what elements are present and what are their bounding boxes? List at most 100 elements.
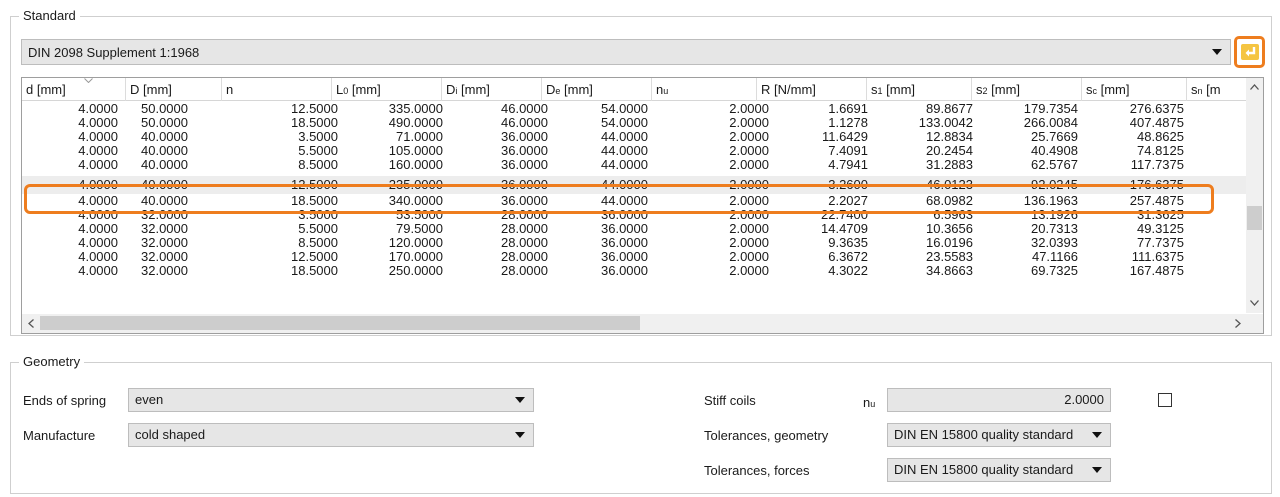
table-cell: 10.3656 bbox=[926, 221, 973, 236]
table-cell: 340.0000 bbox=[388, 193, 443, 208]
table-cell: 16.0196 bbox=[926, 235, 973, 250]
horizontal-scroll-thumb[interactable] bbox=[40, 316, 640, 330]
table-row[interactable]: 4.0000 32.0000 8.5000 120.0000 28.0000 36.000… bbox=[22, 236, 1247, 250]
table-cell: 1.1278 bbox=[828, 115, 868, 130]
column-header[interactable]: R [N/mm] bbox=[757, 78, 867, 101]
apply-standard-button[interactable] bbox=[1234, 36, 1265, 68]
chevron-down-icon bbox=[515, 397, 525, 403]
table-cell: 18.5000 bbox=[291, 263, 338, 278]
table-cell: 266.0084 bbox=[1023, 115, 1078, 130]
table-cell: 44.0000 bbox=[601, 177, 648, 192]
table-cell: 20.2454 bbox=[926, 143, 973, 158]
vertical-scroll-thumb[interactable] bbox=[1247, 206, 1262, 230]
standard-select[interactable]: DIN 2098 Supplement 1:1968 bbox=[21, 39, 1231, 65]
table-cell: 179.7354 bbox=[1023, 102, 1078, 116]
table-cell: 18.5000 bbox=[291, 115, 338, 130]
table-cell: 2.0000 bbox=[729, 207, 769, 222]
tolerances-forces-label: Tolerances, forces bbox=[704, 463, 810, 478]
table-row[interactable]: 4.0000 40.0000 8.5000 160.0000 36.0000 44.000… bbox=[22, 158, 1247, 172]
tolerances-forces-value: DIN EN 15800 quality standard bbox=[894, 462, 1074, 477]
table-cell: 12.5000 bbox=[291, 177, 338, 192]
table-cell: 12.5000 bbox=[291, 249, 338, 264]
table-row[interactable]: 4.0000 40.0000 3.5000 71.0000 36.0000 44.0000… bbox=[22, 130, 1247, 144]
table-row[interactable]: 4.0000 40.0000 5.5000 105.0000 36.0000 44.000… bbox=[22, 144, 1247, 158]
table-cell: 32.0000 bbox=[141, 235, 188, 250]
column-header[interactable]: s1 [mm] bbox=[867, 78, 972, 101]
standard-group-title: Standard bbox=[19, 8, 80, 23]
table-cell: 54.0000 bbox=[601, 102, 648, 116]
table-cell: 22.7400 bbox=[821, 207, 868, 222]
table-cell: 120.0000 bbox=[388, 235, 443, 250]
table-cell: 79.5000 bbox=[396, 221, 443, 236]
column-header[interactable]: Di [mm] bbox=[442, 78, 542, 101]
tolerances-forces-select[interactable]: DIN EN 15800 quality standard bbox=[887, 458, 1111, 482]
column-header[interactable]: De [mm] bbox=[542, 78, 652, 101]
column-header[interactable]: nu bbox=[652, 78, 757, 101]
standard-table[interactable]: d [mm] D [mm] n L0 [mm] Di [mm] De [mm] nu R [N… bbox=[21, 77, 1264, 334]
tolerances-geometry-select[interactable]: DIN EN 15800 quality standard bbox=[887, 423, 1111, 447]
table-cell: 62.5767 bbox=[1031, 157, 1078, 172]
table-cell: 2.2027 bbox=[828, 193, 868, 208]
table-cell: 111.6375 bbox=[1131, 249, 1184, 264]
table-cell: 2.0000 bbox=[729, 177, 769, 192]
table-row[interactable]: 4.0000 40.0000 18.5000 340.0000 36.0000 44.00… bbox=[22, 194, 1247, 208]
table-header: d [mm] D [mm] n L0 [mm] Di [mm] De [mm] nu R [N… bbox=[22, 78, 1247, 101]
table-cell: 4.3022 bbox=[828, 263, 868, 278]
table-cell: 2.0000 bbox=[729, 193, 769, 208]
column-header[interactable]: s2 [mm] bbox=[972, 78, 1082, 101]
table-cell: 40.0000 bbox=[141, 157, 188, 172]
scroll-right-icon[interactable] bbox=[1229, 314, 1246, 333]
manufacture-label: Manufacture bbox=[23, 428, 96, 443]
table-cell: 407.4875 bbox=[1129, 115, 1184, 130]
table-row[interactable]: 4.0000 32.0000 18.5000 250.0000 28.0000 36.00… bbox=[22, 264, 1247, 278]
manufacture-value: cold shaped bbox=[135, 427, 206, 442]
table-cell: 176.6375 bbox=[1129, 177, 1184, 192]
column-header[interactable]: d [mm] bbox=[22, 78, 126, 101]
table-cell: 28.0000 bbox=[501, 235, 548, 250]
vertical-scrollbar[interactable] bbox=[1246, 78, 1263, 313]
table-cell: 2.0000 bbox=[729, 102, 769, 116]
table-cell: 44.0000 bbox=[601, 129, 648, 144]
table-cell: 77.7375 bbox=[1137, 235, 1184, 250]
table-cell: 28.0000 bbox=[501, 221, 548, 236]
manufacture-select[interactable]: cold shaped bbox=[128, 423, 534, 447]
stiff-coils-field[interactable]: 2.0000 bbox=[887, 388, 1111, 412]
table-cell: 6.3672 bbox=[828, 249, 868, 264]
column-header[interactable]: sn [m bbox=[1187, 78, 1247, 101]
table-row[interactable]: 4.0000 32.0000 5.5000 79.5000 28.0000 36.0000… bbox=[22, 222, 1247, 236]
horizontal-scrollbar[interactable] bbox=[22, 314, 1263, 333]
scroll-down-icon[interactable] bbox=[1246, 294, 1263, 311]
table-row-selected[interactable]: 4.0000 40.0000 12.5000 235.0000 36.0000 44.00… bbox=[22, 176, 1247, 194]
table-row[interactable]: 4.0000 50.0000 12.5000 335.0000 46.0000 54.00… bbox=[22, 102, 1247, 116]
table-cell: 49.3125 bbox=[1137, 221, 1184, 236]
column-header[interactable]: L0 [mm] bbox=[332, 78, 442, 101]
column-header[interactable]: sc [mm] bbox=[1082, 78, 1187, 101]
table-cell: 53.5000 bbox=[396, 207, 443, 222]
table-row[interactable]: 4.0000 32.0000 12.5000 170.0000 28.0000 36.00… bbox=[22, 250, 1247, 264]
table-cell: 40.4908 bbox=[1031, 143, 1078, 158]
stiff-coils-checkbox[interactable] bbox=[1158, 393, 1172, 407]
scroll-up-icon[interactable] bbox=[1246, 78, 1263, 95]
table-row[interactable]: 4.0000 32.0000 3.5000 53.5000 28.0000 36.0000… bbox=[22, 208, 1247, 222]
table-cell: 5.5000 bbox=[298, 143, 338, 158]
table-cell: 36.0000 bbox=[501, 177, 548, 192]
table-cell: 2.0000 bbox=[729, 157, 769, 172]
column-header[interactable]: D [mm] bbox=[126, 78, 222, 101]
scroll-left-icon[interactable] bbox=[22, 314, 39, 333]
table-cell: 276.6375 bbox=[1129, 102, 1184, 116]
column-header[interactable]: n bbox=[222, 78, 332, 101]
table-cell: 170.0000 bbox=[388, 249, 443, 264]
table-row[interactable]: 4.0000 50.0000 18.5000 490.0000 46.0000 54.00… bbox=[22, 116, 1247, 130]
table-cell: 25.7669 bbox=[1031, 129, 1078, 144]
table-cell: 68.0982 bbox=[926, 193, 973, 208]
table-cell: 20.7313 bbox=[1031, 221, 1078, 236]
table-cell: 257.4875 bbox=[1129, 193, 1184, 208]
table-cell: 32.0000 bbox=[141, 249, 188, 264]
table-cell: 2.0000 bbox=[729, 263, 769, 278]
ends-of-spring-select[interactable]: even bbox=[128, 388, 534, 412]
sort-indicator-icon bbox=[84, 78, 93, 83]
table-cell: 89.8677 bbox=[926, 102, 973, 116]
table-cell: 31.2883 bbox=[926, 157, 973, 172]
table-cell: 50.0000 bbox=[141, 102, 188, 116]
table-cell: 71.0000 bbox=[396, 129, 443, 144]
